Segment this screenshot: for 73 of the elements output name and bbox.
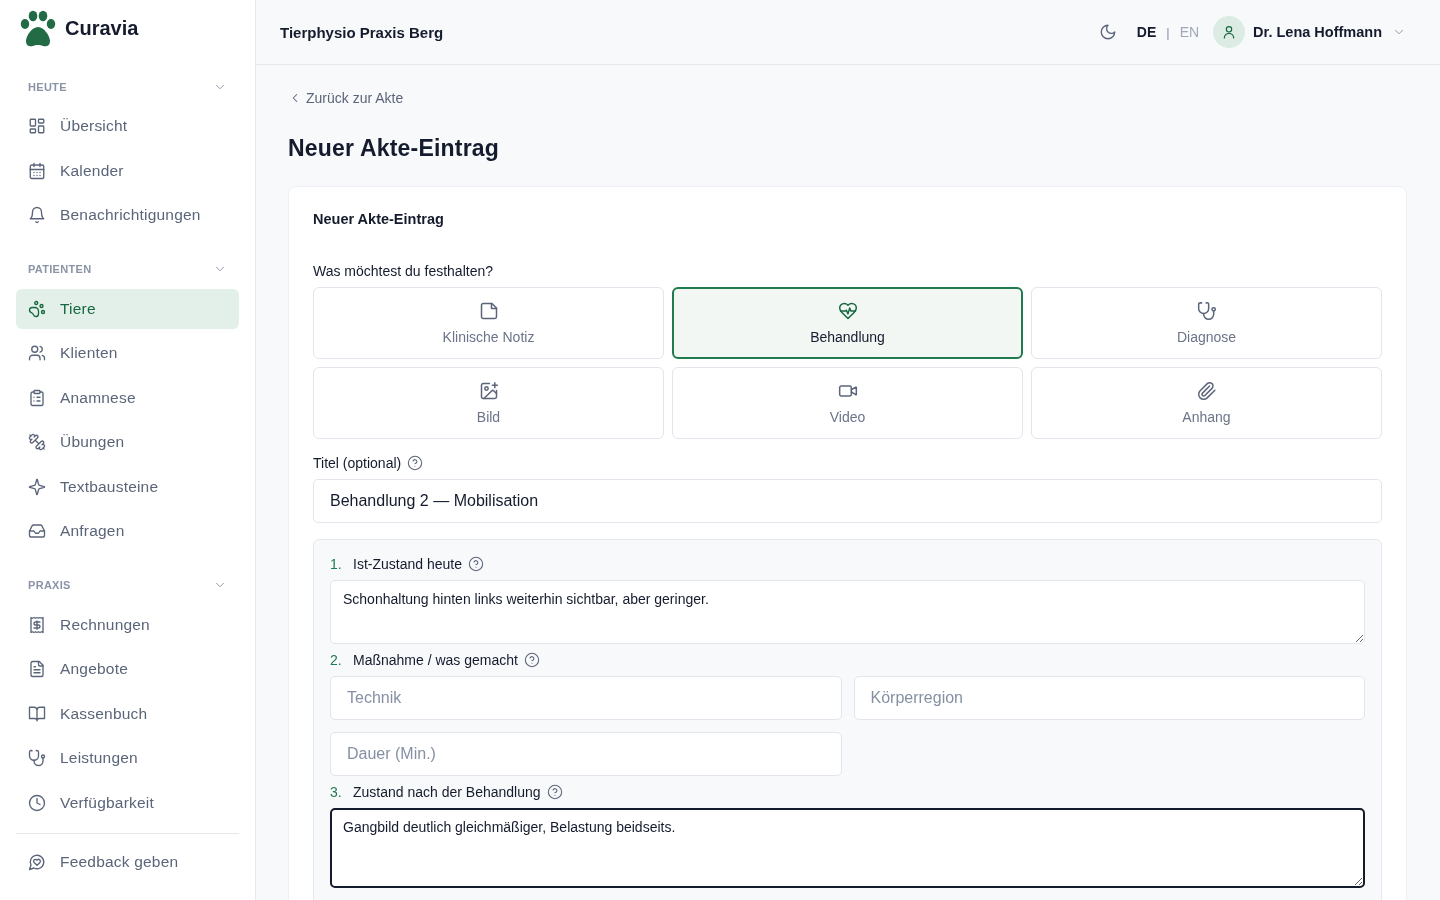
paw-logo-icon bbox=[19, 9, 57, 48]
nav-item[interactable]: Kassenbuch bbox=[16, 693, 239, 734]
note-icon bbox=[478, 301, 499, 321]
entry-type-option[interactable]: Anhang bbox=[1031, 367, 1382, 439]
nav-item[interactable]: Verfügbarkeit bbox=[16, 782, 239, 823]
stethoscope-icon bbox=[28, 749, 46, 768]
nav-item[interactable]: Tiere bbox=[16, 288, 239, 329]
input-field[interactable]: Körperregion bbox=[853, 676, 1365, 720]
entry-type-option[interactable]: Behandlung bbox=[672, 287, 1023, 359]
help-icon bbox=[523, 652, 540, 668]
step-number: 1. bbox=[330, 556, 343, 572]
entry-type-option[interactable]: Klinische Notiz bbox=[313, 287, 664, 359]
input-field[interactable]: Technik bbox=[330, 676, 842, 720]
entry-type-option[interactable]: Video bbox=[672, 367, 1023, 439]
avatar[interactable] bbox=[1213, 16, 1246, 48]
question-label: Was möchtest du festhalten? bbox=[313, 263, 495, 279]
back-link[interactable]: Zurück zur Akte bbox=[288, 90, 404, 106]
language-option[interactable]: DE bbox=[1136, 24, 1157, 40]
book-icon bbox=[28, 704, 46, 723]
language-separator: | bbox=[1166, 24, 1170, 40]
input-field[interactable]: Dauer (Min.) bbox=[330, 732, 842, 776]
group-heading: PRAXIS bbox=[28, 579, 71, 592]
card-title: Neuer Akte-Eintrag bbox=[313, 211, 445, 227]
nav-item[interactable]: Benachrichtigungen bbox=[16, 195, 239, 236]
nav-item[interactable]: Übungen bbox=[16, 422, 239, 463]
user-name[interactable]: Dr. Lena Hoffmann bbox=[1253, 24, 1382, 40]
entry-type-option[interactable]: Diagnose bbox=[1031, 287, 1382, 359]
bell-icon bbox=[28, 206, 46, 225]
paperclip-icon bbox=[1196, 381, 1217, 401]
moon-icon bbox=[1098, 23, 1117, 41]
field-label: Titel (optional) bbox=[313, 455, 402, 471]
field-label: Ist-Zustand heute bbox=[353, 556, 462, 572]
help-icon bbox=[407, 455, 424, 471]
field-label: Maßnahme / was gemacht bbox=[353, 652, 518, 668]
users-icon bbox=[28, 344, 46, 363]
document-icon bbox=[28, 660, 46, 679]
chat-heart-icon bbox=[28, 853, 46, 872]
nav-item[interactable]: Klienten bbox=[16, 333, 239, 374]
brand-name: Curavia bbox=[65, 17, 139, 41]
nav-item[interactable]: Angebote bbox=[16, 649, 239, 690]
nav-item[interactable]: Rechnungen bbox=[16, 604, 239, 645]
entry-type-option[interactable]: Bild bbox=[313, 367, 664, 439]
group-heading: PATIENTEN bbox=[28, 263, 92, 276]
practice-name: Tierphysio Praxis Berg bbox=[280, 23, 445, 41]
help-icon bbox=[546, 784, 563, 800]
step-number: 3. bbox=[330, 784, 343, 800]
nav-item[interactable]: Textbausteine bbox=[16, 466, 239, 507]
calendar-icon bbox=[28, 161, 46, 180]
nav-item[interactable]: Kalender bbox=[16, 150, 239, 191]
image-icon bbox=[478, 381, 499, 401]
page-title: Neuer Akte-Eintrag bbox=[288, 135, 501, 162]
nav-item[interactable]: Anamnese bbox=[16, 377, 239, 418]
inbox-icon bbox=[28, 522, 46, 541]
step-number: 2. bbox=[330, 652, 343, 668]
nav-item[interactable]: Übersicht bbox=[16, 106, 239, 147]
stethoscope-icon bbox=[1196, 301, 1217, 321]
title-input[interactable]: Behandlung 2 — Mobilisation bbox=[313, 479, 1382, 523]
help-icon bbox=[467, 556, 484, 572]
receipt-icon bbox=[28, 615, 46, 634]
text-area[interactable]: Schonhaltung hinten links weiterhin sichtbar, aber geringer. bbox=[330, 580, 1365, 644]
grid-icon bbox=[28, 117, 46, 136]
text-area[interactable]: Gangbild deutlich gleichmäßiger, Belastung beidseits. bbox=[330, 808, 1365, 888]
field-label: Zustand nach der Behandlung bbox=[353, 784, 541, 800]
clock-icon bbox=[28, 793, 46, 812]
group-heading: HEUTE bbox=[28, 80, 67, 93]
paw-icon bbox=[28, 299, 46, 318]
nav-item[interactable]: Feedback geben bbox=[16, 842, 239, 883]
heart-pulse-icon bbox=[837, 301, 858, 321]
nav-item[interactable]: Anfragen bbox=[16, 511, 239, 552]
sparkle-icon bbox=[28, 477, 46, 496]
dumbbell-icon bbox=[28, 433, 46, 452]
clipboard-icon bbox=[28, 388, 46, 407]
nav-item[interactable]: Leistungen bbox=[16, 738, 239, 779]
